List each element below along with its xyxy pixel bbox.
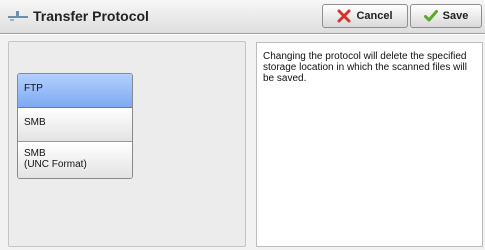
option-smb-unc-format[interactable]: SMB (UNC Format): [18, 142, 132, 178]
save-label: Save: [442, 10, 469, 22]
protocol-option-list: FTP SMB SMB (UNC Format): [17, 73, 133, 179]
cancel-x-icon: [337, 9, 351, 23]
info-message: Changing the protocol will delete the sp…: [263, 51, 467, 84]
cancel-label: Cancel: [356, 10, 393, 22]
message-panel: Changing the protocol will delete the sp…: [256, 42, 483, 247]
option-label: SMB: [24, 117, 46, 128]
checkmark-icon: [423, 10, 438, 22]
option-label: SMB: [24, 148, 46, 159]
protocol-options-panel: FTP SMB SMB (UNC Format): [8, 41, 246, 247]
title-bar: Transfer Protocol Cancel Save: [0, 0, 485, 34]
option-sublabel: (UNC Format): [24, 159, 87, 170]
cancel-button[interactable]: Cancel: [322, 4, 408, 28]
content-area: FTP SMB SMB (UNC Format) Changing the pr…: [0, 35, 485, 250]
option-smb[interactable]: SMB: [18, 108, 132, 142]
save-button[interactable]: Save: [410, 4, 482, 28]
option-label: FTP: [24, 83, 43, 94]
page-title: Transfer Protocol: [33, 8, 149, 24]
transfer-protocol-icon: [8, 11, 28, 21]
option-ftp[interactable]: FTP: [18, 74, 132, 108]
